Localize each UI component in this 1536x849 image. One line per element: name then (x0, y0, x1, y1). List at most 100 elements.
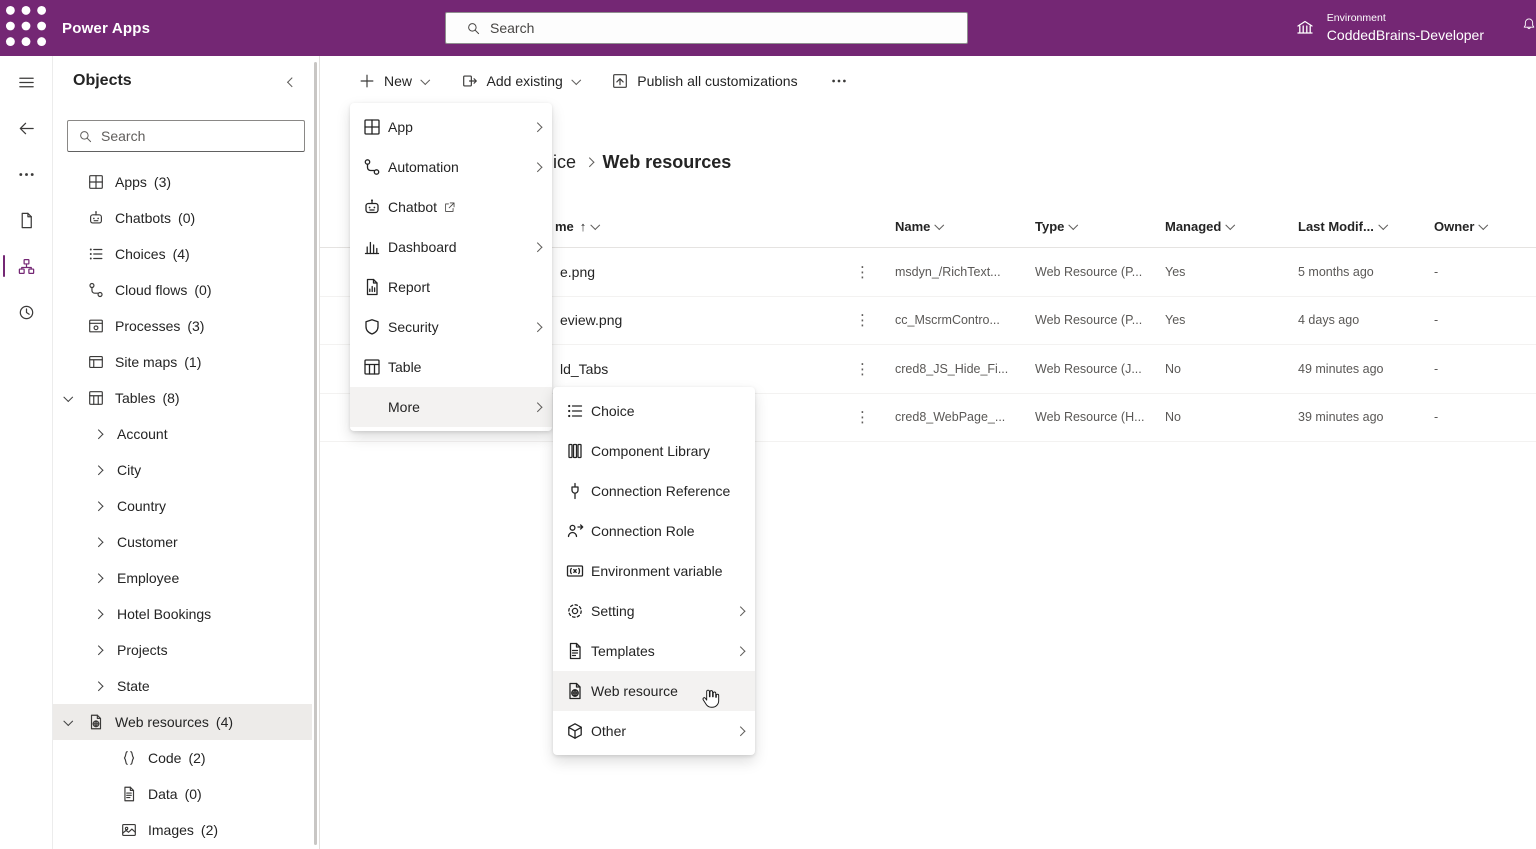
chevron-right-icon[interactable] (93, 537, 117, 547)
process-icon (87, 317, 105, 335)
page-title: Web resources (602, 152, 732, 172)
menu-item-component-library[interactable]: Component Library (553, 431, 755, 471)
tree-item-cloud-flows[interactable]: Cloud flows (0) (53, 272, 312, 308)
global-search-input[interactable] (490, 20, 910, 36)
menu-item-choice[interactable]: Choice (553, 391, 755, 431)
connection-ref-icon (565, 481, 585, 501)
global-search[interactable] (445, 12, 968, 44)
tree-item-label: Images (148, 822, 194, 838)
sidebar-search-input[interactable] (101, 128, 281, 144)
chevron-down-icon[interactable] (63, 715, 87, 726)
tree-item-count: (0) (194, 282, 212, 298)
menu-item-environment-variable[interactable]: Environment variable (553, 551, 755, 591)
sidebar-title: Objects (73, 72, 132, 89)
menu-item-dashboard[interactable]: Dashboard (350, 227, 552, 267)
chevron-right-icon[interactable] (93, 501, 117, 511)
submenu-chevron-icon (532, 402, 542, 412)
rail-button-more[interactable] (0, 152, 53, 196)
menu-item-more[interactable]: More (350, 387, 552, 427)
menu-item-app[interactable]: App (350, 107, 552, 147)
menu-item-connection-role[interactable]: Connection Role (553, 511, 755, 551)
cell-type: Web Resource (J... (1035, 361, 1142, 376)
environment-picker[interactable]: Environment CoddedBrains-Developer (1295, 0, 1484, 56)
dots-h-icon (17, 165, 36, 184)
column-header-last-modif[interactable]: Last Modif... (1298, 219, 1434, 234)
webres-icon (565, 681, 585, 701)
chevron-down-icon[interactable] (63, 391, 87, 402)
chevron-right-icon[interactable] (93, 681, 117, 691)
rail-button-pages[interactable] (0, 198, 53, 242)
tree-item-employee[interactable]: Employee (53, 560, 312, 596)
chevron-right-icon[interactable] (93, 429, 117, 439)
chevron-right-icon[interactable] (93, 609, 117, 619)
publish-button[interactable]: Publish all customizations (603, 67, 805, 95)
menu-item-connection-reference[interactable]: Connection Reference (553, 471, 755, 511)
column-header-name[interactable]: Name (895, 219, 1035, 234)
rail-button-objects[interactable] (0, 244, 53, 288)
rail-button-back[interactable] (0, 106, 53, 150)
tree-item-city[interactable]: City (53, 452, 312, 488)
menu-item-web-resource[interactable]: Web resource (553, 671, 755, 711)
tree-item-hotel-bookings[interactable]: Hotel Bookings (53, 596, 312, 632)
image-icon (120, 821, 138, 839)
tree-item-chatbots[interactable]: Chatbots (0) (53, 200, 312, 236)
tree-item-web-resources[interactable]: Web resources (4) (53, 704, 312, 740)
tree-item-label: State (117, 678, 150, 694)
new-button-label: New (384, 73, 413, 89)
menu-item-chatbot[interactable]: Chatbot (350, 187, 552, 227)
rail-button-menu-toggle[interactable] (0, 60, 53, 104)
tree-item-apps[interactable]: Apps (3) (53, 164, 312, 200)
command-bar-overflow-button[interactable] (822, 67, 856, 95)
breadcrumb-parent-fragment[interactable]: ice (553, 152, 576, 173)
tree-item-images[interactable]: Images (2) (53, 812, 312, 848)
submenu-chevron-icon (735, 646, 745, 656)
sidebar-search[interactable] (67, 120, 305, 152)
tree-item-customer[interactable]: Customer (53, 524, 312, 560)
arrow-left-icon (17, 119, 36, 138)
nav-rail (0, 56, 53, 849)
chevron-right-icon[interactable] (93, 645, 117, 655)
menu-item-other[interactable]: Other (553, 711, 755, 751)
menu-item-report[interactable]: Report (350, 267, 552, 307)
notifications-button[interactable] (1522, 17, 1536, 36)
tree-item-data[interactable]: Data (0) (53, 776, 312, 812)
breadcrumb: ice Web resources (553, 152, 731, 173)
webres-icon (87, 713, 105, 731)
tree-item-processes[interactable]: Processes (3) (53, 308, 312, 344)
column-header-type[interactable]: Type (1035, 219, 1165, 234)
row-actions-icon[interactable]: ⋮ (853, 408, 895, 426)
tree-item-label: Chatbots (115, 210, 172, 226)
sidebar-scrollbar[interactable] (314, 62, 317, 845)
tree-item-state[interactable]: State (53, 668, 312, 704)
component-icon (565, 441, 585, 461)
chatbot-icon (362, 197, 382, 217)
app-launcher-button[interactable] (0, 0, 52, 56)
row-actions-icon[interactable]: ⋮ (853, 360, 895, 378)
collapse-sidebar-button[interactable] (285, 68, 300, 94)
add-existing-button[interactable]: Add existing (453, 67, 588, 95)
external-link-icon (443, 201, 456, 214)
cell-owner: - (1434, 313, 1439, 328)
menu-item-automation[interactable]: Automation (350, 147, 552, 187)
chevron-right-icon[interactable] (93, 465, 117, 475)
column-header-managed[interactable]: Managed (1165, 219, 1298, 234)
chevron-right-icon[interactable] (93, 573, 117, 583)
tree-item-code[interactable]: Code (2) (53, 740, 312, 776)
tree-item-tables[interactable]: Tables (8) (53, 380, 312, 416)
tree-item-projects[interactable]: Projects (53, 632, 312, 668)
menu-item-setting[interactable]: Setting (553, 591, 755, 631)
menu-item-security[interactable]: Security (350, 307, 552, 347)
menu-item-templates[interactable]: Templates (553, 631, 755, 671)
row-actions-icon[interactable]: ⋮ (853, 311, 895, 329)
new-button[interactable]: New (350, 67, 437, 95)
tree-item-country[interactable]: Country (53, 488, 312, 524)
rail-button-history[interactable] (0, 290, 53, 334)
tree-item-site-maps[interactable]: Site maps (1) (53, 344, 312, 380)
cell-last-modified: 4 days ago (1298, 313, 1360, 328)
row-actions-icon[interactable]: ⋮ (853, 263, 895, 281)
menu-item-table[interactable]: Table (350, 347, 552, 387)
tree-item-choices[interactable]: Choices (4) (53, 236, 312, 272)
column-header-owner[interactable]: Owner (1434, 219, 1536, 234)
code-icon (120, 749, 138, 767)
tree-item-account[interactable]: Account (53, 416, 312, 452)
